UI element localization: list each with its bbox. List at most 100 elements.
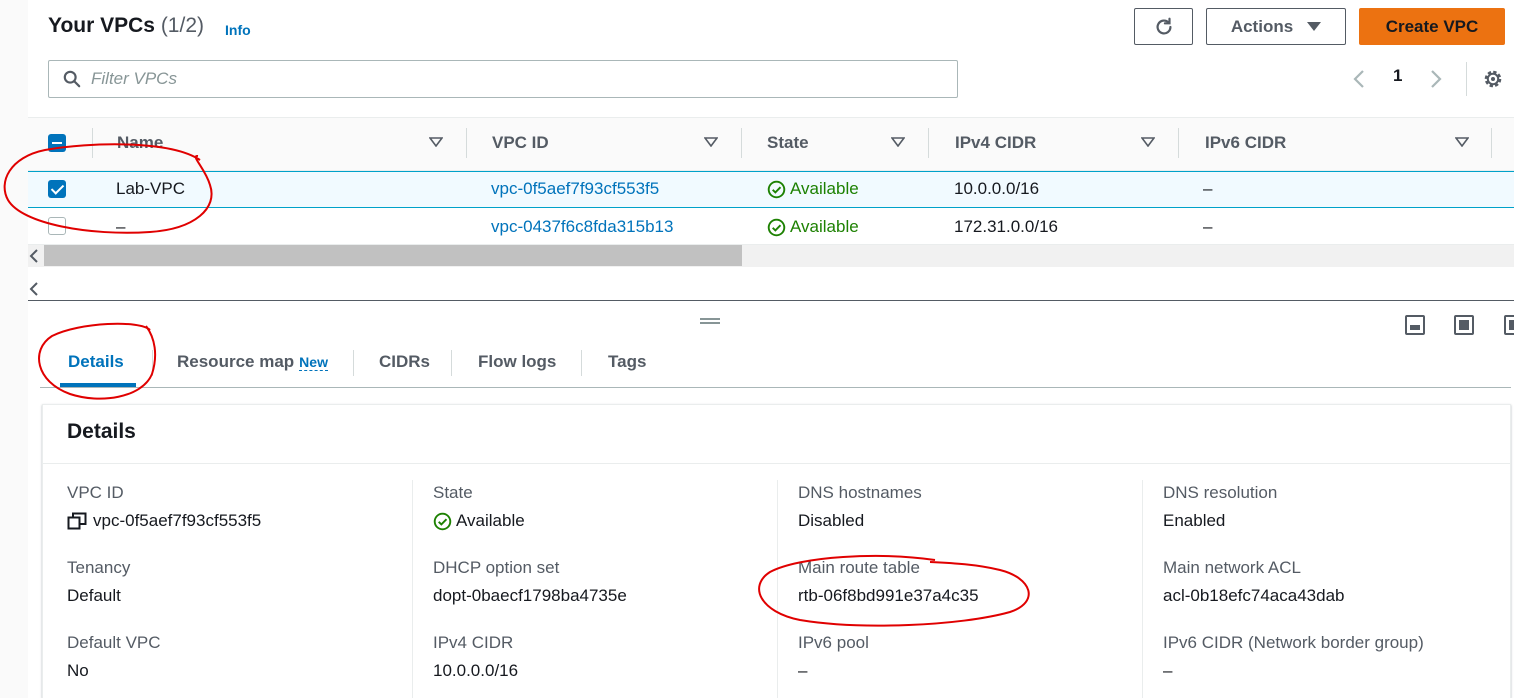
caret-down-icon [1307,22,1322,31]
split-panel-border [28,300,1514,301]
column-divider [1142,480,1143,698]
tab-flow-logs[interactable]: Flow logs [478,352,556,372]
ipv6-cidr-nbg-label: IPv6 CIDR (Network border group) [1163,633,1424,652]
filter-box [48,60,958,98]
main-network-acl-link[interactable]: acl-0b18efc74aca43dab [1163,586,1344,606]
dns-hostnames-value: Disabled [798,511,865,530]
check-circle-icon [767,180,786,198]
pager-divider [1466,62,1467,96]
state-text: Available [456,511,525,530]
column-divider [1491,128,1492,158]
dns-hostnames-label: DNS hostnames [798,483,922,502]
panel-full-icon[interactable] [1454,315,1474,335]
row-vpc-id-link[interactable]: vpc-0437f6c8fda315b13 [491,217,673,237]
tab-resource-map-label: Resource map [177,352,295,371]
dns-resolution-value: Enabled [1163,511,1226,530]
horizontal-scrollbar[interactable] [28,278,1514,300]
tab-tags[interactable]: Tags [608,352,646,372]
row-vpc-id-link[interactable]: vpc-0f5aef7f93cf553f5 [491,179,659,199]
dns-resolution-label: DNS resolution [1163,483,1278,502]
column-divider [777,480,778,698]
column-header-ipv4-cidr[interactable]: IPv4 CIDR [955,133,1036,153]
state-label: State [433,483,473,502]
new-badge: New [299,354,328,371]
tab-details[interactable]: Details [68,352,124,372]
main-network-acl-label: Main network ACL [1163,558,1301,577]
tenancy-value: Default [67,586,121,605]
ipv6-pool-label: IPv6 pool [798,633,869,652]
actions-button[interactable]: Actions [1206,8,1346,45]
chevron-left-icon[interactable] [1352,69,1368,89]
check-circle-icon [433,512,452,530]
column-header-name[interactable]: Name [117,133,163,153]
page-number[interactable]: 1 [1393,66,1402,86]
ipv6-pool-value: – [798,661,808,680]
drag-handle-icon[interactable] [700,318,720,324]
refresh-button[interactable] [1134,8,1193,45]
sort-icon[interactable] [429,137,443,147]
default-vpc-label: Default VPC [67,633,161,652]
sort-icon[interactable] [1455,137,1469,147]
column-divider [466,128,467,158]
row-checkbox[interactable] [48,217,66,235]
filter-input[interactable] [91,69,891,89]
tab-cidrs[interactable]: CIDRs [379,352,430,372]
column-divider [1178,128,1179,158]
panel-side-icon[interactable] [1504,315,1514,335]
row-ipv4-cidr: 10.0.0.0/16 [954,179,1040,198]
copy-icon[interactable] [67,512,87,530]
row-name: Lab-VPC [116,179,185,198]
scroll-left-icon[interactable] [29,249,39,263]
tenancy-label: Tenancy [67,558,131,577]
chevron-right-icon[interactable] [1427,69,1443,89]
ipv4-cidr-value: 10.0.0.0/16 [433,661,519,680]
column-header-state[interactable]: State [767,133,809,153]
vpc-id-text: vpc-0f5aef7f93cf553f5 [93,511,262,530]
page-title: Your VPCs (1/2) [48,14,204,38]
actions-label: Actions [1230,16,1294,36]
sort-icon[interactable] [1141,137,1155,147]
selection-count: (1/2) [160,14,204,37]
tab-divider [353,350,354,376]
create-vpc-label: Create VPC [1385,16,1479,36]
column-header-ipv6-cidr[interactable]: IPv6 CIDR [1205,133,1286,153]
column-divider [928,128,929,158]
row-state-text: Available [790,179,859,198]
tab-resource-map[interactable]: Resource map New [177,352,328,372]
state-value: Available [433,511,525,531]
column-divider [412,480,413,698]
column-divider [741,128,742,158]
ipv4-cidr-label: IPv4 CIDR [433,633,514,652]
main-route-table-label: Main route table [798,558,920,577]
column-divider [92,128,93,158]
dhcp-link[interactable]: dopt-0baecf1798ba4735e [433,586,627,606]
row-name: – [116,217,126,236]
select-all-checkbox[interactable] [48,134,66,152]
row-ipv6-cidr: – [1203,217,1213,236]
sort-icon[interactable] [891,137,905,147]
row-state: Available [767,217,859,237]
main-route-table-link[interactable]: rtb-06f8bd991e37a4c35 [798,586,979,606]
vpc-id-value: vpc-0f5aef7f93cf553f5 [67,511,261,531]
row-checkbox-checked[interactable] [48,180,66,198]
row-ipv4-cidr: 172.31.0.0/16 [954,217,1058,236]
search-icon [63,70,81,88]
tab-divider [451,350,452,376]
check-circle-icon [767,218,786,236]
scroll-left-icon[interactable] [29,282,39,296]
tab-divider [152,350,153,376]
left-gutter [0,0,28,698]
column-header-vpc-id[interactable]: VPC ID [492,133,549,153]
create-vpc-button[interactable]: Create VPC [1359,8,1505,45]
info-link[interactable]: Info [225,22,251,38]
scrollbar-thumb[interactable] [44,245,742,266]
refresh-icon [1156,17,1172,35]
tab-divider [581,350,582,376]
sort-icon[interactable] [704,137,718,147]
page-title-text: Your VPCs [48,14,155,37]
panel-bottom-icon[interactable] [1405,315,1425,335]
details-title: Details [67,420,136,443]
vpc-id-label: VPC ID [67,483,124,502]
row-state: Available [767,179,859,199]
gear-icon[interactable] [1481,67,1505,91]
